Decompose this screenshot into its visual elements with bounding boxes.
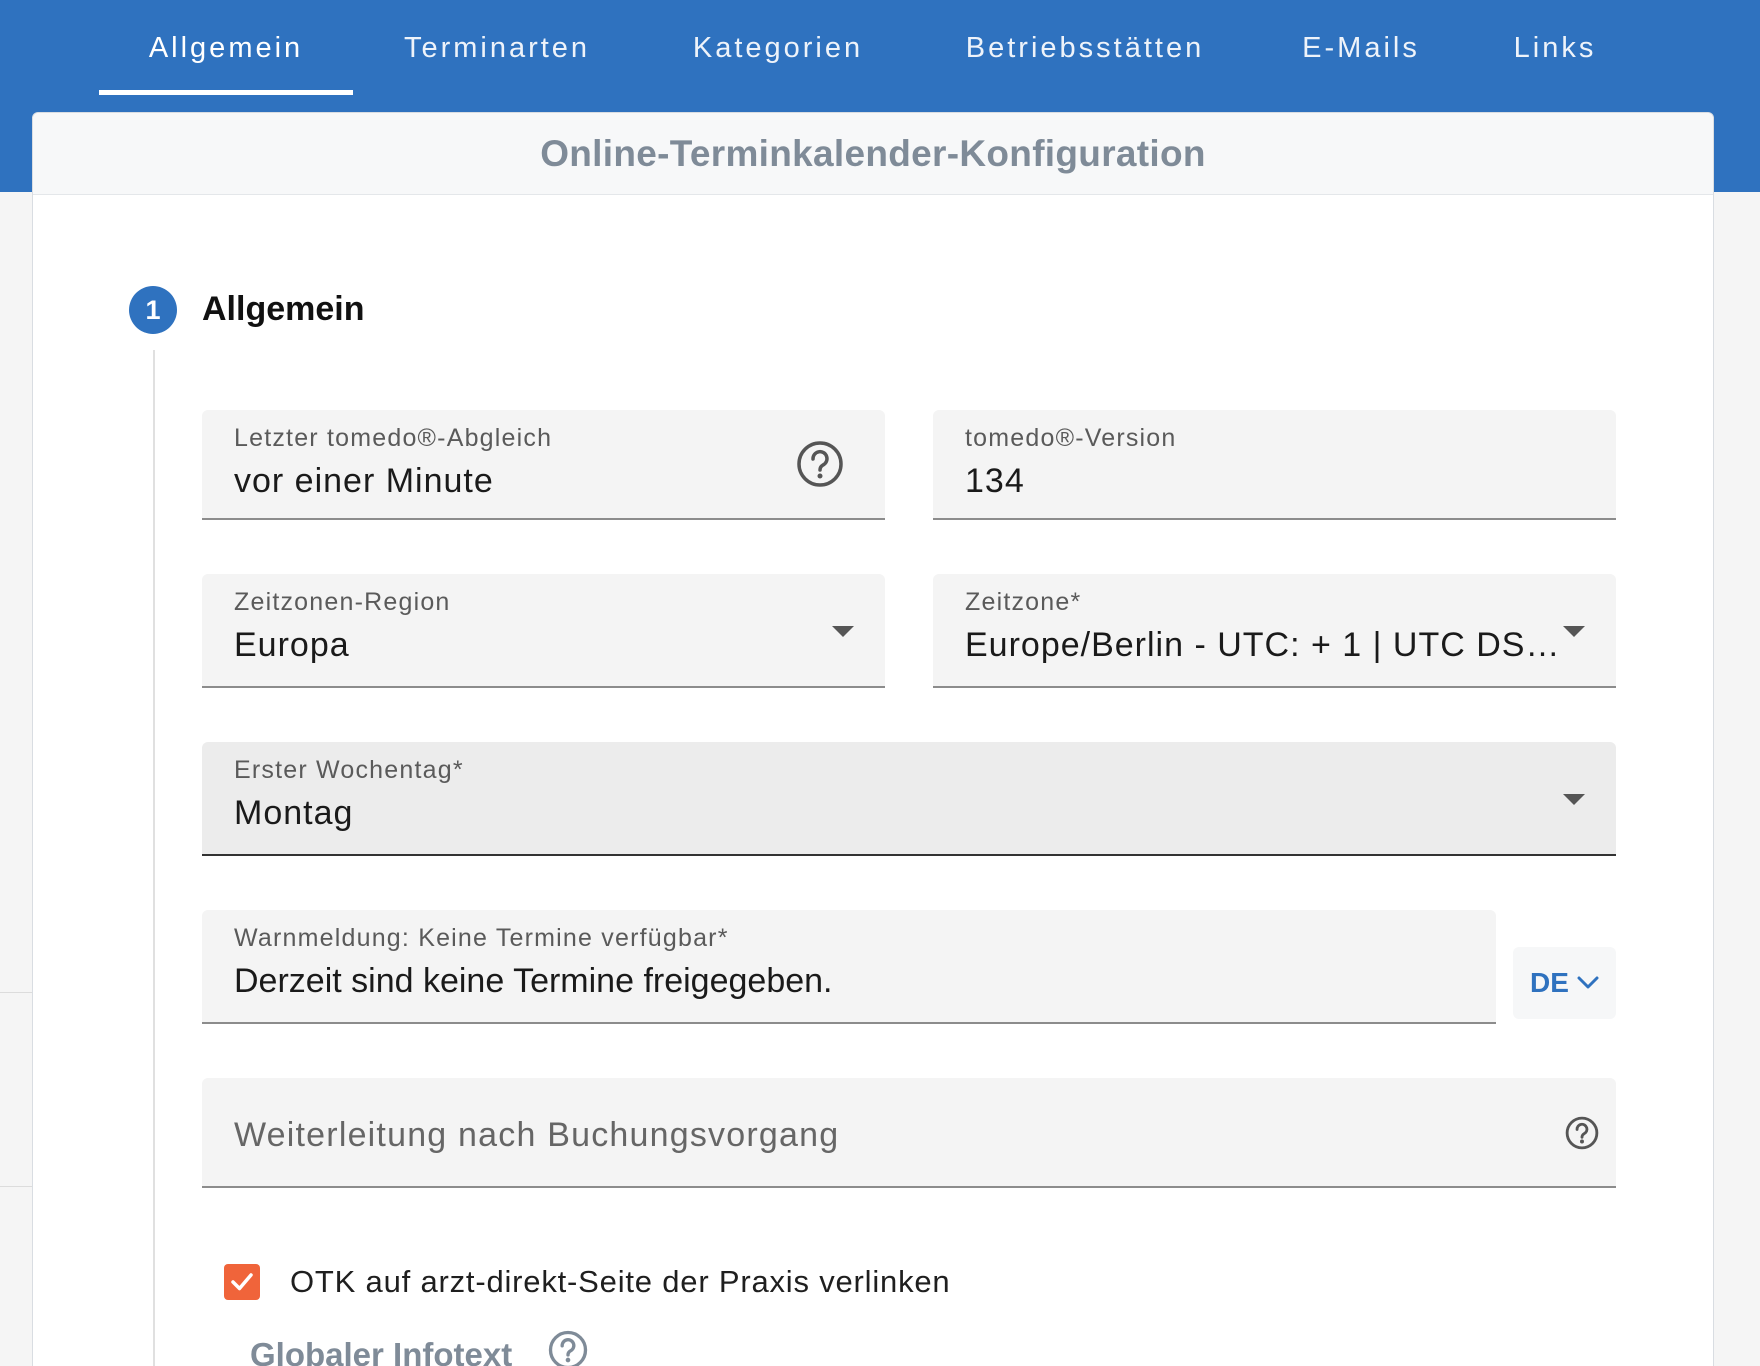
field-value: Montag — [234, 794, 354, 832]
tab-betriebsstaetten[interactable]: Betriebsstätten — [945, 0, 1225, 96]
tab-emails[interactable]: E-Mails — [1290, 0, 1432, 96]
checkbox-label[interactable]: OTK auf arzt-direkt-Seite der Praxis ver… — [290, 1264, 950, 1300]
card-header: Online-Terminkalender-Konfiguration — [33, 113, 1713, 195]
field-label: Warnmeldung: Keine Termine verfügbar* — [234, 924, 729, 952]
tab-terminarten[interactable]: Terminarten — [380, 0, 614, 96]
side-divider — [0, 1186, 32, 1187]
help-circle-icon[interactable] — [548, 1330, 588, 1366]
dropdown-arrow-icon[interactable] — [1563, 626, 1585, 637]
redirect-url-field[interactable]: Weiterleitung nach Buchungsvorgang — [202, 1078, 1616, 1188]
field-value: vor einer Minute — [234, 462, 494, 500]
version-field[interactable]: tomedo®-Version 134 — [933, 410, 1616, 520]
tab-allgemein[interactable]: Allgemein — [99, 0, 353, 96]
field-label: Letzter tomedo®-Abgleich — [234, 424, 553, 452]
side-divider — [0, 992, 32, 993]
chevron-down-icon — [1577, 976, 1599, 989]
field-placeholder: Weiterleitung nach Buchungsvorgang — [234, 1116, 840, 1154]
step-title: Allgemein — [202, 290, 365, 328]
field-label: Zeitzone* — [965, 588, 1082, 616]
field-label: Erster Wochentag* — [234, 756, 464, 784]
link-otk-checkbox[interactable] — [224, 1264, 260, 1300]
no-appointments-warning-field[interactable]: Warnmeldung: Keine Termine verfügbar* De… — [202, 910, 1496, 1024]
field-value: 134 — [965, 462, 1025, 500]
field-value: Europa — [234, 626, 350, 664]
step-number-badge: 1 — [129, 286, 177, 334]
first-weekday-select[interactable]: Erster Wochentag* Montag — [202, 742, 1616, 856]
active-tab-indicator — [99, 90, 353, 95]
tab-kategorien[interactable]: Kategorien — [670, 0, 886, 96]
tab-bar: Allgemein Terminarten Kategorien Betrieb… — [0, 0, 1760, 100]
checkmark-icon — [231, 1273, 253, 1291]
tab-links[interactable]: Links — [1495, 0, 1615, 96]
help-circle-icon[interactable] — [1565, 1116, 1599, 1155]
last-sync-field[interactable]: Letzter tomedo®-Abgleich vor einer Minut… — [202, 410, 885, 520]
field-label: tomedo®-Version — [965, 424, 1177, 452]
language-code: DE — [1530, 967, 1569, 998]
language-select-button[interactable]: DE — [1513, 947, 1616, 1019]
global-infotext-heading: Globaler Infotext — [250, 1336, 513, 1366]
field-value: Derzeit sind keine Termine freigegeben. — [234, 962, 833, 1000]
help-circle-icon[interactable] — [796, 440, 844, 493]
dropdown-arrow-icon[interactable] — [832, 626, 854, 637]
card-title: Online-Terminkalender-Konfiguration — [540, 132, 1206, 174]
timezone-select[interactable]: Zeitzone* Europe/Berlin - UTC: + 1 | UTC… — [933, 574, 1616, 688]
timezone-region-select[interactable]: Zeitzonen-Region Europa — [202, 574, 885, 688]
field-label: Zeitzonen-Region — [234, 588, 451, 616]
dropdown-arrow-icon[interactable] — [1563, 794, 1585, 805]
field-value: Europe/Berlin - UTC: + 1 | UTC DST: + 2 — [965, 626, 1565, 664]
stepper-connector — [153, 350, 155, 1366]
